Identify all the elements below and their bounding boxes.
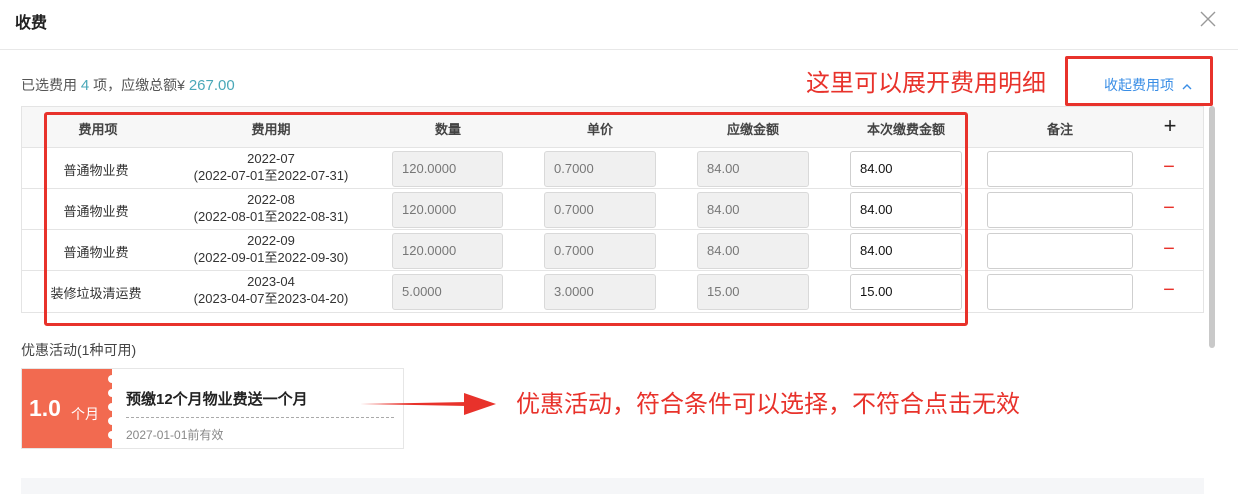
table-highlight-box — [44, 112, 968, 326]
promotion-title: 优惠活动(1种可用) — [21, 342, 137, 358]
remove-row-button[interactable]: − — [1162, 280, 1176, 300]
collapse-fees-link[interactable]: 收起费用项 — [1104, 75, 1192, 95]
collapse-fees-label: 收起费用项 — [1104, 77, 1174, 93]
coupon-notch — [108, 375, 116, 383]
coupon-name: 预缴12个月物业费送一个月 — [126, 391, 308, 408]
remark-input[interactable] — [987, 233, 1133, 269]
coupon-validity: 2027-01-01前有效 — [126, 428, 224, 442]
dialog-title: 收费 — [15, 15, 48, 32]
header-remark: 备注 — [1046, 122, 1074, 137]
close-icon[interactable] — [1198, 9, 1218, 29]
fee-summary: 已选费用 4 项，应缴总额¥ 267.00 — [21, 75, 235, 95]
payment-options-strip — [21, 478, 1204, 494]
dialog-header: 收费 — [0, 0, 1238, 50]
expand-annotation: 这里可以展开费用明细 — [806, 70, 1046, 97]
coupon-notch — [108, 417, 116, 425]
remove-row-button[interactable]: − — [1162, 198, 1176, 218]
promotion-coupon[interactable]: 1.0 个月 预缴12个月物业费送一个月 2027-01-01前有效 — [21, 368, 404, 449]
coupon-divider — [126, 417, 394, 418]
remark-input[interactable] — [987, 151, 1133, 187]
chevron-up-icon — [1182, 78, 1192, 94]
coupon-notch — [108, 389, 116, 397]
selected-count: 4 — [80, 77, 90, 94]
summary-middle: 项，应缴总额¥ — [93, 77, 185, 93]
coupon-badge: 1.0 个月 — [22, 369, 116, 448]
coupon-unit: 个月 — [71, 406, 99, 422]
remark-input[interactable] — [987, 274, 1133, 310]
coupon-notch — [108, 403, 116, 411]
remark-input[interactable] — [987, 192, 1133, 228]
total-amount: 267.00 — [188, 77, 235, 94]
vertical-scrollbar[interactable] — [1209, 106, 1215, 348]
remove-row-button[interactable]: − — [1162, 157, 1176, 177]
coupon-amount: 1.0 — [29, 395, 61, 421]
remove-row-button[interactable]: − — [1162, 239, 1176, 259]
coupon-notch — [108, 431, 116, 439]
arrow-right-icon — [360, 391, 496, 422]
promotion-annotation: 优惠活动，符合条件可以选择，不符合点击无效 — [516, 391, 1020, 418]
summary-prefix: 已选费用 — [21, 77, 77, 93]
add-fee-button[interactable]: + — [1164, 115, 1177, 137]
